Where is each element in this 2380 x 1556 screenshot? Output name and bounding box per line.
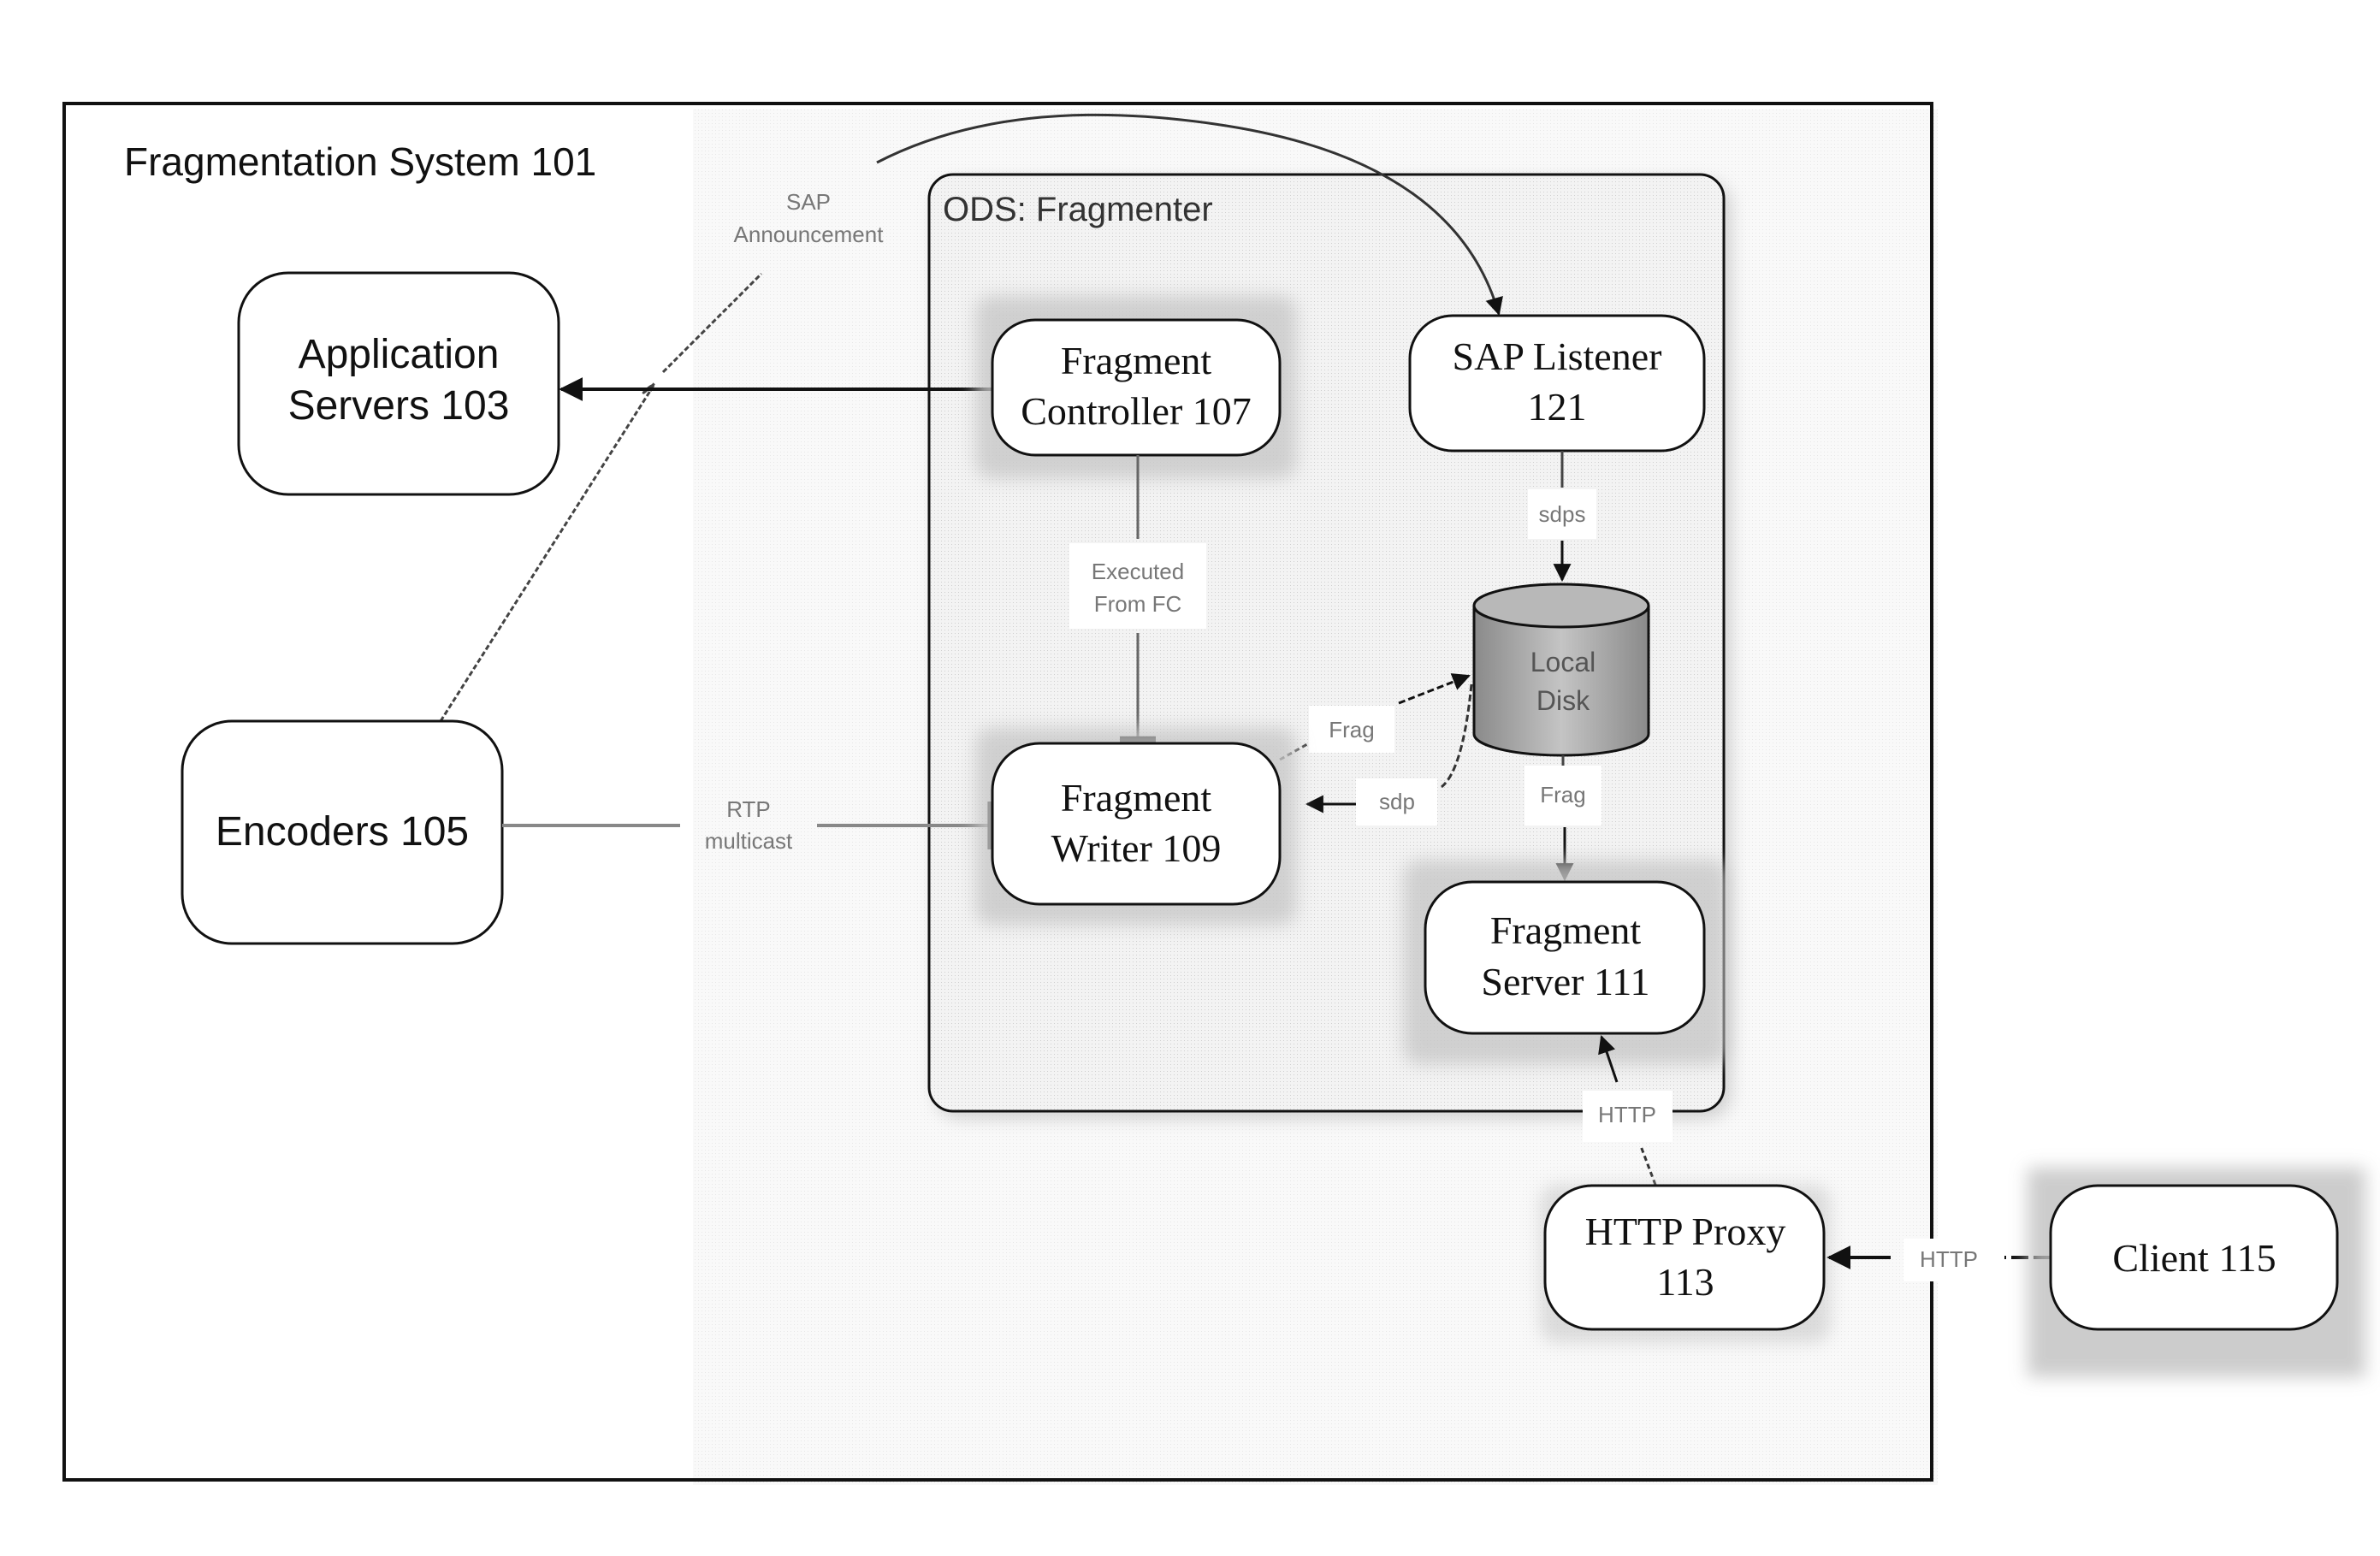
- http-proxy-box[interactable]: [1543, 1184, 1826, 1331]
- executed-label-2: From FC: [1094, 591, 1182, 617]
- sap-announcement-label-2: Announcement: [734, 222, 885, 247]
- node-local-disk[interactable]: Local Disk: [1472, 583, 1650, 757]
- fragment-controller-label-2: Controller 107: [1021, 389, 1252, 433]
- node-http-proxy[interactable]: HTTP Proxy 113: [1540, 1184, 1831, 1343]
- rtp-label-1: RTP: [726, 796, 771, 822]
- node-fragment-controller[interactable]: Fragment Controller 107: [975, 295, 1297, 479]
- fragment-writer-label-2: Writer 109: [1051, 826, 1222, 870]
- fragment-server-label-1: Fragment: [1490, 908, 1642, 952]
- local-disk-label-2: Disk: [1536, 685, 1590, 716]
- local-disk-label-1: Local: [1530, 647, 1596, 677]
- sap-announcement-label-1: SAP: [786, 189, 831, 215]
- application-servers-label-2: Servers 103: [288, 383, 510, 429]
- http-client-label: HTTP: [1920, 1246, 1978, 1272]
- node-application-servers[interactable]: Application Servers 103: [237, 271, 560, 496]
- fragment-writer-box[interactable]: [991, 742, 1282, 906]
- fragment-server-label-2: Server 111: [1481, 960, 1649, 1003]
- client-label: Client 115: [2112, 1236, 2276, 1280]
- sap-listener-label-2: 121: [1528, 385, 1587, 429]
- fragment-server-box[interactable]: [1424, 880, 1706, 1035]
- application-servers-label-1: Application: [299, 332, 500, 377]
- frag-writer-label: Frag: [1329, 717, 1374, 743]
- node-fragment-server[interactable]: Fragment Server 111: [1403, 860, 1728, 1065]
- frag-server-label: Frag: [1540, 782, 1585, 808]
- system-title: Fragmentation System 101: [124, 139, 596, 184]
- fragment-controller-label-1: Fragment: [1061, 339, 1212, 382]
- node-sap-listener[interactable]: SAP Listener 121: [1408, 314, 1706, 453]
- http-proxy-label-1: HTTP Proxy: [1585, 1210, 1786, 1253]
- encoders-label: Encoders 105: [216, 809, 469, 855]
- rtp-label-2: multicast: [705, 828, 793, 854]
- node-encoders[interactable]: Encoders 105: [181, 719, 504, 945]
- sdps-label: sdps: [1539, 501, 1586, 527]
- fragment-writer-label-1: Fragment: [1061, 776, 1212, 819]
- sap-listener-label-1: SAP Listener: [1453, 334, 1662, 378]
- node-client[interactable]: Client 115: [2028, 1168, 2365, 1377]
- fragmentation-system-diagram: Fragmentation System 101 ODS: Fragmenter…: [62, 102, 2365, 1485]
- sdp-label: sdp: [1379, 789, 1415, 814]
- local-disk-top: [1472, 583, 1650, 629]
- http-proxy-label-2: 113: [1656, 1260, 1714, 1304]
- http-proxy-label: HTTP: [1598, 1102, 1656, 1127]
- container-title: ODS: Fragmenter: [943, 191, 1213, 228]
- executed-label-1: Executed: [1092, 559, 1184, 584]
- node-fragment-writer[interactable]: Fragment Writer 109: [975, 727, 1297, 926]
